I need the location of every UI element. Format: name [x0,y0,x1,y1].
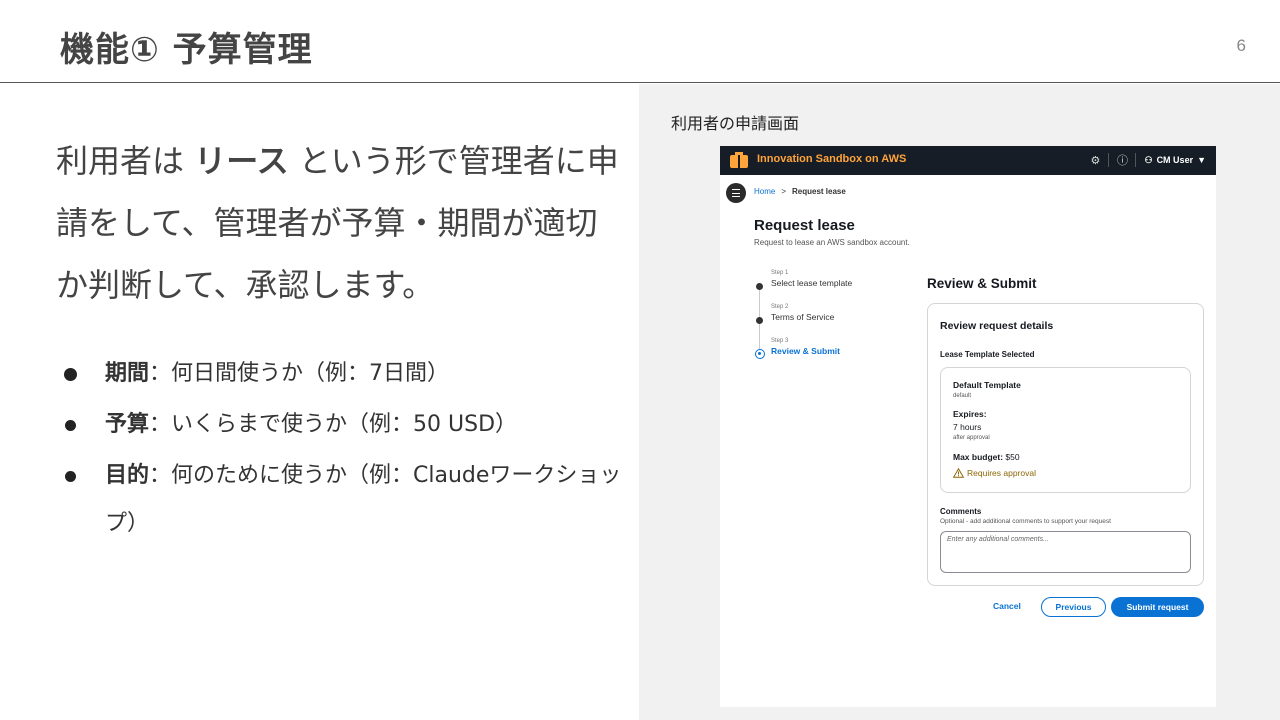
approval-text: Requires approval [967,468,1036,478]
expires-value: 7 hours [953,422,982,432]
template-name: Default Template [953,380,1021,390]
step-number: Step 1 [771,270,789,276]
wizard-step-3[interactable]: Step 3 Review & Submit [754,338,895,372]
lead-text-1: 利用者は [56,142,195,180]
comments-textarea[interactable] [940,531,1191,573]
step-number: Step 2 [771,304,789,310]
breadcrumb-current: Request lease [792,187,846,196]
step-dot-icon [756,283,763,290]
hamburger-menu-icon[interactable] [726,183,746,203]
expires-label: Expires: [953,409,987,419]
page-subtitle: Request to lease an AWS sandbox account. [754,238,910,247]
bullet-text: ：何のために使うか（例：Claudeワークショップ） [105,463,622,536]
aws-box-logo-icon [730,152,748,168]
user-icon: ⚇ [1144,154,1153,165]
page-number: 6 [1236,36,1246,55]
max-budget-value: $50 [1003,452,1020,462]
breadcrumb-home[interactable]: Home [754,187,775,196]
step-label: Terms of Service [771,312,835,322]
step-label: Select lease template [771,278,853,288]
info-icon[interactable]: ⓘ [1109,152,1135,168]
bullet-term: 予算 [105,412,150,437]
comments-hint: Optional - add additional comments to su… [940,518,1111,525]
gear-icon[interactable]: ⚙ [1082,154,1108,167]
bullet-term: 期間 [105,361,150,386]
form-actions: Cancel Previous Submit request [927,597,1204,617]
slide-title: 機能① 予算管理 [60,30,313,70]
wizard-step-1[interactable]: Step 1 Select lease template [755,270,895,304]
card-heading: Review request details [940,320,1054,332]
template-summary: Default Template default Expires: 7 hour… [940,367,1191,493]
bullet-list: 期間：何日間使うか（例：7日間） 予算：いくらまで使うか（例：50 USD） 目… [56,350,626,548]
bullet-dot-icon [65,471,76,482]
expires-note: after approval [953,435,990,441]
slide-body-text: 利用者は リース という形で管理者に申請をして、管理者が予算・期間が適切か判断し… [56,130,626,551]
bullet-term: 目的 [105,463,150,488]
review-card: Review request details Lease Template Se… [927,303,1204,586]
bullet-item: 目的：何のために使うか（例：Claudeワークショップ） [56,452,626,548]
submit-request-button[interactable]: Submit request [1111,597,1204,617]
step-label: Review & Submit [771,346,840,356]
chevron-right-icon: > [781,187,787,196]
panel-caption: 利用者の申請画面 [671,114,800,133]
bullet-text: ：何日間使うか（例：7日間） [149,361,450,386]
warning-icon [953,468,964,478]
caret-down-icon: ▼ [1197,155,1206,165]
slide-header: 機能① 予算管理 6 [0,0,1280,83]
bullet-dot-icon [65,420,76,431]
screenshot-panel: 利用者の申請画面 Innovation Sandbox on AWS ⚙ ⓘ ⚇… [639,84,1280,720]
wizard-step-2[interactable]: Step 2 Terms of Service [755,304,895,338]
user-menu[interactable]: ⚇ CM User ▼ [1136,155,1206,166]
bullet-text: ：いくらまで使うか（例：50 USD） [149,412,518,437]
template-id: default [953,393,972,399]
step-current-icon [754,349,765,359]
max-budget-label: Max budget: [953,452,1004,462]
app-screenshot: Innovation Sandbox on AWS ⚙ ⓘ ⚇ CM User … [720,146,1216,707]
step-number: Step 3 [771,338,789,344]
user-label: CM User [1156,155,1194,165]
breadcrumb: Home > Request lease [754,187,846,196]
bullet-dot-icon [64,368,77,381]
bullet-item: 期間：何日間使うか（例：7日間） [56,350,626,398]
app-topbar: Innovation Sandbox on AWS ⚙ ⓘ ⚇ CM User … [720,146,1216,175]
approval-status: Requires approval [953,468,1036,478]
step-dot-icon [756,317,763,324]
max-budget: Max budget: $50 [953,452,1020,462]
lead-paragraph: 利用者は リース という形で管理者に申請をして、管理者が予算・期間が適切か判断し… [56,130,626,316]
app-title[interactable]: Innovation Sandbox on AWS [757,153,906,165]
wizard-steps: Step 1 Select lease template Step 2 Term… [754,270,895,372]
bullet-item: 予算：いくらまで使うか（例：50 USD） [56,401,626,449]
previous-button[interactable]: Previous [1041,597,1106,617]
page-title: Request lease [754,217,855,234]
topbar-actions: ⚙ ⓘ ⚇ CM User ▼ [1082,152,1206,168]
cancel-button[interactable]: Cancel [993,601,1021,611]
template-section-label: Lease Template Selected [940,350,1035,359]
review-title: Review & Submit [927,276,1037,291]
lead-emphasis: リース [194,142,289,180]
comments-label: Comments [940,507,982,516]
